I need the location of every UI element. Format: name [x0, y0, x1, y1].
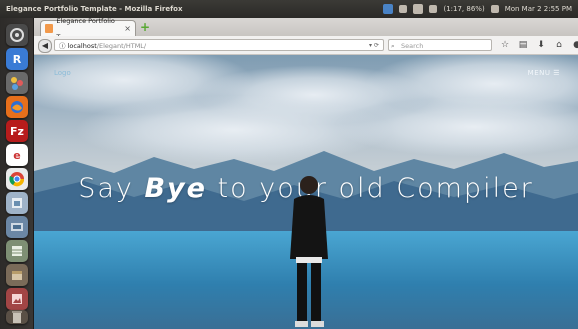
navigation-bar: ◀ ⓘ localhost/Elegant/HTML/ ▾ ⟳ ⌕ Search…: [34, 36, 578, 55]
clock[interactable]: Mon Mar 2 2:55 PM: [505, 0, 572, 18]
new-tab-button[interactable]: +: [140, 21, 152, 33]
hero-text-emphasis: Bye: [144, 173, 207, 204]
tab-elegance[interactable]: Elegance Portfolio T... ×: [40, 17, 136, 41]
eclipse-icon[interactable]: e: [6, 144, 28, 166]
toolbar-icons: ☆ ▤ ⬇ ⌂ ● ≡: [500, 39, 578, 51]
site-info-icon[interactable]: ⓘ: [59, 42, 66, 50]
hero-text-after: to your old Compiler: [206, 173, 534, 204]
url-path: /Elegant/HTML/: [96, 42, 147, 50]
tab-strip: Elegance Portfolio T... × +: [34, 17, 578, 41]
filezilla-icon[interactable]: Fz: [6, 120, 28, 142]
battery-status: (1:17, 86%): [443, 5, 485, 13]
image-viewer-icon[interactable]: [6, 288, 28, 310]
search-icon: ⌕: [391, 42, 395, 50]
archive-icon[interactable]: [6, 264, 28, 286]
hero-text-before: Say: [78, 173, 145, 204]
webpage-content: Logo MENU ☰ Say Bye to your old Compiler: [34, 55, 578, 329]
firefox-icon[interactable]: [6, 96, 28, 118]
reload-icon[interactable]: ▾ ⟳: [369, 40, 379, 52]
trash-icon[interactable]: [6, 310, 28, 324]
network-icon[interactable]: [399, 5, 408, 13]
bookmarks-list-icon[interactable]: ▤: [518, 40, 528, 50]
download-icon[interactable]: ⬇: [536, 40, 546, 50]
battery-icon[interactable]: [429, 5, 438, 13]
files-icon[interactable]: [6, 192, 28, 214]
person-figure: [290, 176, 328, 327]
search-input[interactable]: ⌕ Search: [388, 39, 492, 51]
close-tab-icon[interactable]: ×: [124, 21, 131, 37]
browser-window: Elegance Portfolio T... × + ◀ ⓘ localhos…: [34, 17, 578, 329]
home-icon[interactable]: ⌂: [554, 40, 564, 50]
system-tray: (1:17, 86%) Mon Mar 2 2:55 PM: [383, 0, 572, 18]
search-placeholder: Search: [401, 42, 424, 50]
url-host: localhost: [67, 42, 97, 50]
apps-icon[interactable]: [6, 72, 28, 94]
screenshot-icon[interactable]: [6, 216, 28, 238]
chat-icon[interactable]: ●: [572, 40, 578, 50]
dash-icon[interactable]: [6, 24, 28, 46]
dropbox-icon[interactable]: [383, 4, 394, 14]
hamburger-icon: ☰: [553, 69, 560, 77]
site-menu-button[interactable]: MENU ☰: [528, 69, 560, 77]
address-bar[interactable]: ⓘ localhost/Elegant/HTML/ ▾ ⟳: [54, 39, 384, 51]
bookmark-star-icon[interactable]: ☆: [500, 40, 510, 50]
site-logo[interactable]: Logo: [54, 69, 71, 77]
menu-label: MENU: [527, 69, 551, 77]
site-favicon-icon: [45, 24, 54, 33]
launcher-sidebar: R Fz e: [0, 18, 34, 329]
r-app-icon[interactable]: R: [6, 48, 28, 70]
keyboard-icon[interactable]: [413, 4, 424, 14]
volume-icon[interactable]: [490, 5, 499, 13]
chrome-icon[interactable]: [6, 168, 28, 190]
spreadsheet-icon[interactable]: [6, 240, 28, 262]
back-button[interactable]: ◀: [38, 39, 52, 53]
